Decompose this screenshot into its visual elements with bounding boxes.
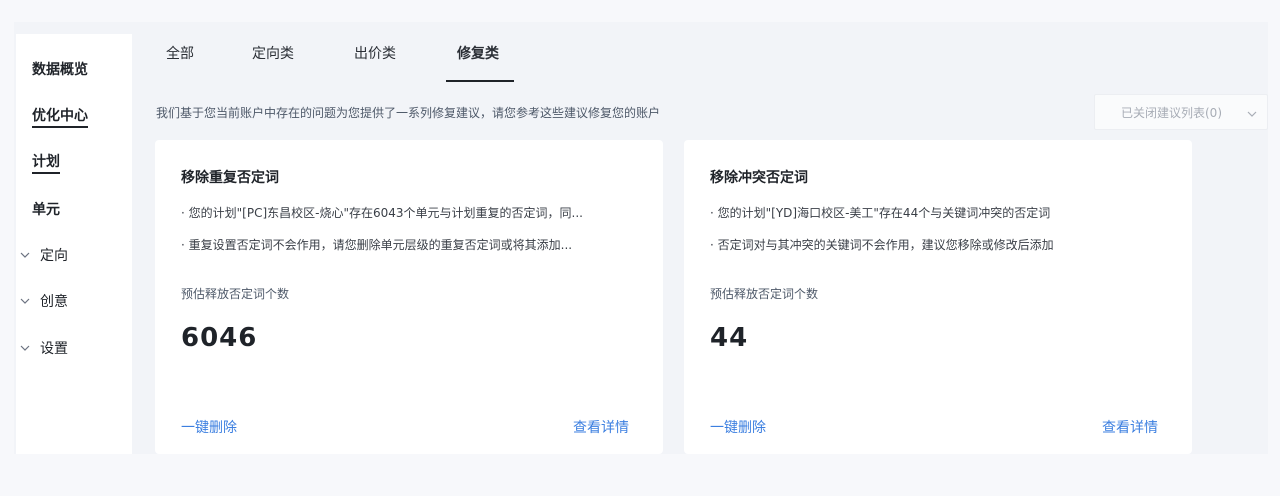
sidebar-item-settings[interactable]: 设置 xyxy=(18,336,68,360)
chevron-down-icon xyxy=(1247,106,1257,120)
card-bullet: · 重复设置否定词不会作用，请您删除单元层级的重复否定词或将其添加... xyxy=(181,238,573,252)
sidebar-item-optimization-center[interactable]: 优化中心 xyxy=(32,104,88,128)
sidebar-item-label: 数据概览 xyxy=(32,62,88,78)
metric-label: 预估释放否定词个数 xyxy=(181,287,290,301)
view-details-link[interactable]: 查看详情 xyxy=(573,417,629,437)
sidebar-item-label: 单元 xyxy=(32,202,60,218)
card-title: 移除冲突否定词 xyxy=(710,170,808,186)
closed-suggestions-dropdown[interactable]: 已关闭建议列表(0) xyxy=(1094,94,1268,130)
tab-all[interactable]: 全部 xyxy=(166,34,194,84)
metric-label: 预估释放否定词个数 xyxy=(710,287,819,301)
metric-value: 44 xyxy=(710,323,749,353)
info-text: 我们基于您当前账户中存在的问题为您提供了一系列修复建议，请您参考这些建议修复您的… xyxy=(156,106,661,120)
sidebar-item-data-overview[interactable]: 数据概览 xyxy=(32,57,88,81)
sidebar-item-label: 设置 xyxy=(40,341,68,357)
sidebar-item-plan[interactable]: 计划 xyxy=(32,150,60,174)
metric-value: 6046 xyxy=(181,323,258,353)
tab-targeting[interactable]: 定向类 xyxy=(252,34,294,84)
tab-repair[interactable]: 修复类 xyxy=(457,34,499,84)
sidebar-item-creative[interactable]: 创意 xyxy=(18,289,68,313)
card-title: 移除重复否定词 xyxy=(181,170,279,186)
active-tab-indicator xyxy=(446,80,514,82)
tab-label: 定向类 xyxy=(252,46,294,62)
tab-bidding[interactable]: 出价类 xyxy=(354,34,396,84)
sidebar-item-label: 计划 xyxy=(32,151,60,174)
suggestion-card-conflicting-negative: 移除冲突否定词 · 您的计划"[YD]海口校区-美工"存在44个与关键词冲突的否… xyxy=(684,140,1192,454)
card-bullet: · 否定词对与其冲突的关键词不会作用，建议您移除或修改后添加 xyxy=(710,238,1054,252)
card-bullet: · 您的计划"[YD]海口校区-美工"存在44个与关键词冲突的否定词 xyxy=(710,206,1051,220)
suggestion-card-duplicate-negative: 移除重复否定词 · 您的计划"[PC]东昌校区-烧心"存在6043个单元与计划重… xyxy=(155,140,663,454)
sidebar-item-unit[interactable]: 单元 xyxy=(32,197,60,221)
chevron-down-icon xyxy=(18,294,32,308)
dropdown-label: 已关闭建议列表(0) xyxy=(1121,105,1222,120)
tab-label: 出价类 xyxy=(354,46,396,62)
one-click-delete-link[interactable]: 一键删除 xyxy=(710,417,766,437)
sidebar: 数据概览 优化中心 计划 单元 定向 创意 设置 xyxy=(16,34,132,454)
tab-label: 修复类 xyxy=(457,46,499,62)
tab-label: 全部 xyxy=(166,46,194,62)
sidebar-item-label: 创意 xyxy=(40,294,68,310)
sidebar-item-label: 定向 xyxy=(40,248,68,264)
sidebar-item-targeting[interactable]: 定向 xyxy=(18,243,68,267)
chevron-down-icon xyxy=(18,248,32,262)
one-click-delete-link[interactable]: 一键删除 xyxy=(181,417,237,437)
sidebar-item-label: 优化中心 xyxy=(32,105,88,128)
chevron-down-icon xyxy=(18,341,32,355)
card-bullet: · 您的计划"[PC]东昌校区-烧心"存在6043个单元与计划重复的否定词，同.… xyxy=(181,206,583,220)
view-details-link[interactable]: 查看详情 xyxy=(1102,417,1158,437)
